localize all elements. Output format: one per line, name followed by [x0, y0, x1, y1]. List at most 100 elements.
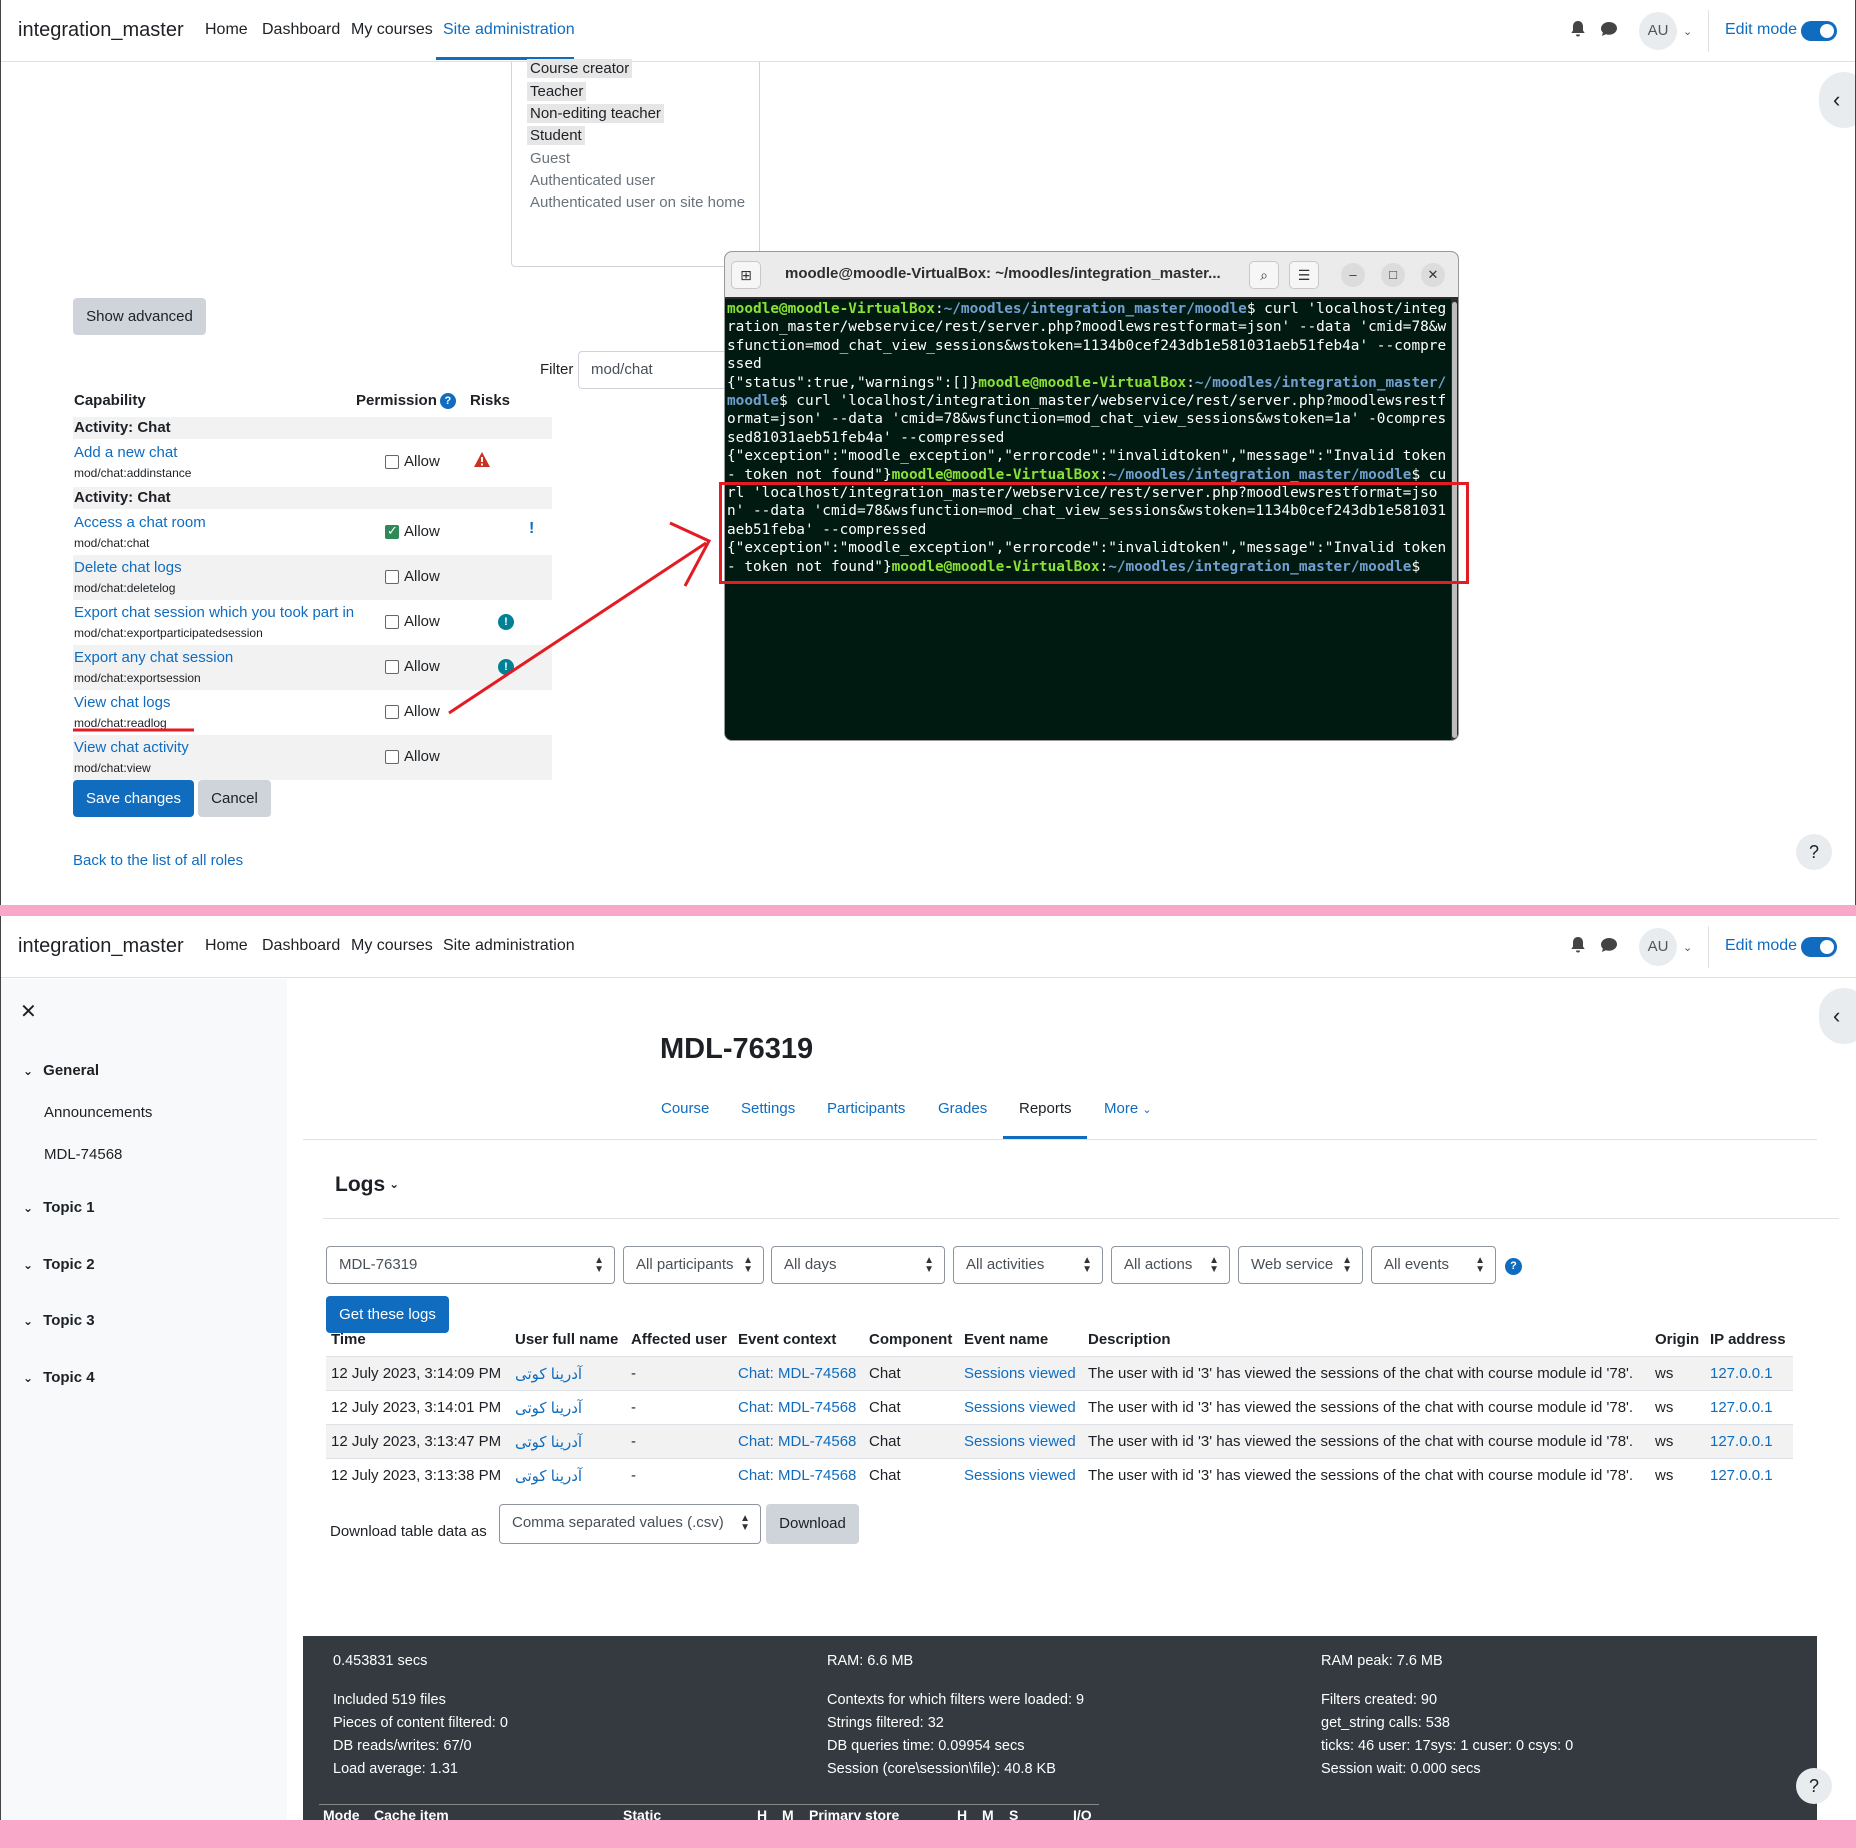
cell-ip-link[interactable]: 127.0.0.1 — [1710, 1467, 1773, 1484]
user-avatar[interactable]: AU — [1639, 928, 1677, 966]
warning-risk-icon[interactable] — [473, 451, 491, 468]
role-option[interactable]: Course creator — [527, 59, 633, 78]
filter-input[interactable]: mod/chat — [578, 351, 728, 389]
actions-select[interactable]: All actions ▲ ▼ — [1111, 1246, 1230, 1284]
close-icon[interactable]: ✕ — [20, 999, 37, 1024]
get-these-logs-button[interactable]: Get these logs — [326, 1296, 449, 1333]
capability-name[interactable]: Add a new chat — [74, 444, 177, 461]
nav-site-administration[interactable]: Site administration — [443, 21, 575, 39]
activities-select[interactable]: All activities ▲ ▼ — [953, 1246, 1103, 1284]
nav-dashboard[interactable]: Dashboard — [262, 937, 340, 955]
messages-icon[interactable] — [1599, 935, 1619, 955]
role-option[interactable]: Guest — [527, 149, 573, 168]
terminal-titlebar[interactable]: ⊞ moodle@moodle-VirtualBox: ~/moodles/in… — [725, 252, 1458, 297]
allow-checkbox[interactable] — [385, 750, 399, 764]
allow-checkbox[interactable] — [385, 523, 399, 539]
drawer-section-topic-4[interactable]: ⌄ Topic 4 — [23, 1369, 95, 1386]
role-option[interactable]: Student — [527, 126, 585, 145]
capability-name[interactable]: Access a chat room — [74, 514, 206, 531]
tab-participants[interactable]: Participants — [827, 1100, 905, 1117]
allow-checkbox[interactable] — [385, 705, 399, 719]
help-icon[interactable]: ? — [1505, 1258, 1522, 1275]
origin-select[interactable]: Web service ▲ ▼ — [1238, 1246, 1363, 1284]
tab-more[interactable]: More ⌄ — [1104, 1100, 1152, 1117]
drawer-section-topic-1[interactable]: ⌄ Topic 1 — [23, 1199, 95, 1216]
column-header[interactable]: Description — [1088, 1331, 1171, 1348]
capability-name[interactable]: Delete chat logs — [74, 559, 182, 576]
minimize-icon[interactable]: – — [1341, 263, 1365, 287]
allow-checkbox[interactable] — [385, 455, 399, 469]
drawer-item-mdl-74568[interactable]: MDL-74568 — [44, 1146, 122, 1163]
chevron-down-icon[interactable]: ⌄ — [1683, 25, 1692, 38]
bell-icon[interactable] — [1568, 935, 1588, 955]
cell-user-link[interactable]: آدرینا کوتی — [515, 1433, 582, 1451]
column-header[interactable]: User full name — [515, 1331, 618, 1348]
user-avatar[interactable]: AU — [1639, 12, 1677, 50]
chevron-down-icon[interactable]: ⌄ — [23, 1314, 39, 1328]
block-drawer-toggle[interactable]: ‹ — [1819, 72, 1855, 128]
help-icon[interactable]: ? — [439, 393, 456, 409]
cell-event-link[interactable]: Sessions viewed — [964, 1365, 1076, 1382]
logs-heading[interactable]: Logs ⌄ — [335, 1173, 399, 1197]
new-tab-icon[interactable]: ⊞ — [731, 261, 761, 289]
nav-my-courses[interactable]: My courses — [351, 937, 433, 955]
maximize-icon[interactable]: □ — [1381, 263, 1405, 287]
show-advanced-button[interactable]: Show advanced — [73, 298, 206, 335]
allow-checkbox[interactable] — [385, 570, 399, 584]
days-select[interactable]: All days ▲ ▼ — [771, 1246, 945, 1284]
cell-context-link[interactable]: Chat: MDL-74568 — [738, 1365, 856, 1382]
save-changes-button[interactable]: Save changes — [73, 780, 194, 817]
cell-context-link[interactable]: Chat: MDL-74568 — [738, 1467, 856, 1484]
events-select[interactable]: All events ▲ ▼ — [1371, 1246, 1496, 1284]
role-option[interactable]: Authenticated user on site home — [527, 193, 748, 212]
exclamation-risk-icon[interactable]: ! — [529, 520, 534, 538]
participants-select[interactable]: All participants ▲ ▼ — [623, 1246, 764, 1284]
cell-ip-link[interactable]: 127.0.0.1 — [1710, 1399, 1773, 1416]
nav-site-administration[interactable]: Site administration — [443, 937, 575, 955]
info-risk-icon[interactable]: ! — [498, 614, 514, 630]
capability-name[interactable]: Export chat session which you took part … — [74, 604, 354, 621]
column-header[interactable]: Component — [869, 1331, 952, 1348]
capability-name[interactable]: View chat logs — [74, 694, 170, 711]
cell-user-link[interactable]: آدرینا کوتی — [515, 1467, 582, 1485]
nav-home[interactable]: Home — [205, 21, 248, 39]
cell-user-link[interactable]: آدرینا کوتی — [515, 1365, 582, 1383]
cell-ip-link[interactable]: 127.0.0.1 — [1710, 1433, 1773, 1450]
nav-home[interactable]: Home — [205, 937, 248, 955]
bell-icon[interactable] — [1568, 19, 1588, 39]
close-icon[interactable]: ✕ — [1421, 263, 1445, 287]
column-header[interactable]: Affected user — [631, 1331, 727, 1348]
chevron-down-icon[interactable]: ⌄ — [1683, 941, 1692, 954]
column-header[interactable]: IP address — [1710, 1331, 1786, 1348]
cell-user-link[interactable]: آدرینا کوتی — [515, 1399, 582, 1417]
column-header[interactable]: Event name — [964, 1331, 1048, 1348]
capability-name[interactable]: Export any chat session — [74, 649, 233, 666]
course-select[interactable]: MDL-76319 ▲ ▼ — [326, 1246, 615, 1284]
chevron-down-icon[interactable]: ⌄ — [23, 1064, 39, 1078]
drawer-section-topic-3[interactable]: ⌄ Topic 3 — [23, 1312, 95, 1329]
info-risk-icon[interactable]: ! — [498, 659, 514, 675]
block-drawer-toggle[interactable]: ‹ — [1819, 988, 1856, 1044]
site-brand[interactable]: integration_master — [18, 935, 184, 958]
roles-select-list[interactable]: Course creator Teacher Non-editing teach… — [511, 59, 760, 267]
role-option[interactable]: Authenticated user — [527, 171, 658, 190]
download-format-select[interactable]: Comma separated values (.csv) ▲ ▼ — [499, 1504, 761, 1544]
cell-event-link[interactable]: Sessions viewed — [964, 1399, 1076, 1416]
tab-reports[interactable]: Reports — [1019, 1100, 1072, 1117]
column-header[interactable]: Origin — [1655, 1331, 1699, 1348]
edit-mode-toggle[interactable] — [1801, 937, 1837, 957]
allow-checkbox[interactable] — [385, 615, 399, 629]
cell-event-link[interactable]: Sessions viewed — [964, 1467, 1076, 1484]
edit-mode-toggle[interactable] — [1801, 21, 1837, 41]
cancel-button[interactable]: Cancel — [198, 780, 271, 817]
cell-event-link[interactable]: Sessions viewed — [964, 1433, 1076, 1450]
messages-icon[interactable] — [1599, 19, 1619, 39]
chevron-down-icon[interactable]: ⌄ — [23, 1201, 39, 1215]
capability-name[interactable]: View chat activity — [74, 739, 189, 756]
tab-course[interactable]: Course — [661, 1100, 709, 1117]
column-header[interactable]: Time — [331, 1331, 366, 1348]
search-icon[interactable]: ⌕ — [1249, 261, 1279, 289]
help-button[interactable]: ? — [1796, 834, 1832, 870]
tab-grades[interactable]: Grades — [938, 1100, 987, 1117]
role-option[interactable]: Non-editing teacher — [527, 104, 664, 123]
